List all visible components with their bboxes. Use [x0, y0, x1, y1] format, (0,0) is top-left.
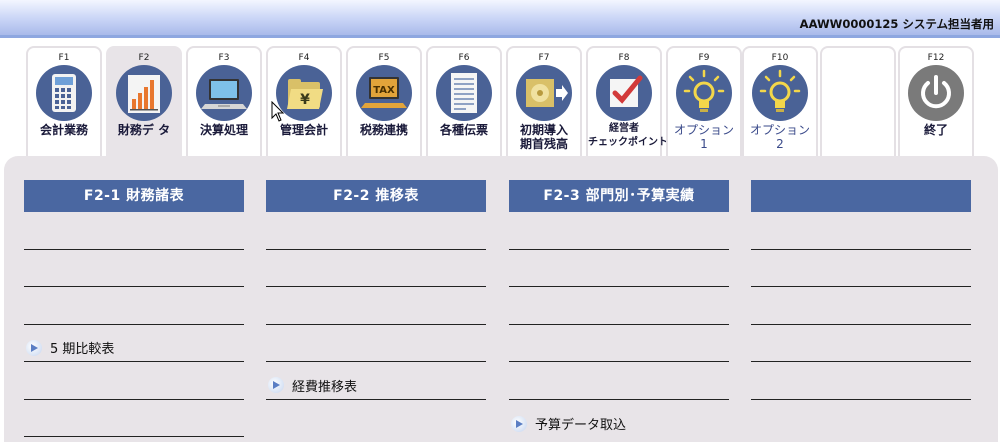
column-header: [751, 180, 971, 212]
fkey-f11-empty: [820, 46, 896, 158]
fkey-code: F4: [298, 53, 310, 63]
svg-text:TAX: TAX: [373, 85, 395, 96]
menu-item-expense-trend[interactable]: 経費推移表: [268, 376, 357, 395]
menu-row: [751, 212, 971, 250]
menu-row: [266, 212, 486, 250]
menu-item-label: 予算データ取込: [535, 418, 627, 433]
system-user-label: AAWW0000125 システム担当者用: [799, 17, 994, 31]
fkey-label-line2: 期首残高: [519, 137, 568, 151]
checkbox-icon: [596, 65, 652, 121]
fkey-sublabel: 2: [776, 137, 784, 151]
menu-row: [751, 250, 971, 287]
arrow-right-icon: [26, 339, 42, 356]
arrow-right-icon: [511, 415, 527, 432]
fkey-code: F3: [218, 53, 230, 63]
svg-text:¥: ¥: [300, 92, 310, 108]
fkey-label: 決算処理: [199, 123, 248, 137]
fkey-f10[interactable]: F10 オプション 2: [742, 46, 818, 158]
menu-item-budget-import[interactable]: 予算データ取込: [511, 414, 626, 433]
column-header: F2-3 部門別･予算実績: [509, 180, 729, 212]
fkey-code: F9: [698, 53, 710, 63]
arrow-right-icon: [268, 377, 284, 393]
fkey-sublabel: 1: [700, 137, 708, 151]
fkey-code: F12: [927, 53, 945, 63]
fkey-f7[interactable]: F7 初期導入 期首残高: [506, 46, 582, 158]
fkey-f3[interactable]: F3 決算処理: [186, 46, 262, 158]
fkey-code: F8: [618, 53, 630, 63]
lightbulb-icon: [676, 65, 732, 121]
menu-row: [751, 325, 971, 362]
fkey-f2[interactable]: F2 財務デ タ: [106, 46, 182, 158]
fkey-f5[interactable]: F5 TAX 税務連携: [346, 46, 422, 158]
bar-chart-icon: [116, 65, 172, 121]
menu-row: [509, 362, 729, 400]
fkey-label: 税務連携: [359, 123, 408, 137]
fkey-label: 財務デ タ: [117, 123, 171, 137]
menu-row: [266, 250, 486, 287]
fkey-f8[interactable]: F8 経営者 チェックポイント: [586, 46, 668, 158]
menu-row: [509, 212, 729, 250]
menu-item-label: 5 期比較表: [50, 342, 115, 357]
menu-row: [266, 325, 486, 362]
function-key-bar: F1 会計業務 F2 財務デ タ F3 決算処理 F4 ¥ 管理会計 F5 TA…: [0, 44, 1000, 160]
fkey-label: 経営者: [609, 123, 639, 134]
menu-row: [24, 287, 244, 325]
menu-row[interactable]: 予算データ取込: [509, 400, 729, 438]
menu-item-5-period-comparison[interactable]: 5 期比較表: [26, 338, 114, 357]
fkey-code: F1: [58, 53, 70, 63]
menu-column-1: F2-1 財務諸表 5 期比較表: [24, 180, 244, 437]
menu-row: [24, 362, 244, 400]
menu-row: [266, 287, 486, 325]
mouse-cursor-icon: [271, 101, 285, 122]
menu-row: [751, 287, 971, 325]
fkey-label: オプション: [673, 123, 734, 137]
fkey-f12[interactable]: F12 終了: [898, 46, 974, 158]
menu-row: [509, 250, 729, 287]
fkey-f9[interactable]: F9 オプション 1: [666, 46, 742, 158]
menu-row[interactable]: 5 期比較表: [24, 325, 244, 362]
column-header: F2-1 財務諸表: [24, 180, 244, 212]
laptop-icon: [196, 65, 252, 121]
column-header: F2-2 推移表: [266, 180, 486, 212]
menu-row: [509, 287, 729, 325]
document-icon: [436, 65, 492, 121]
fkey-code: F6: [458, 53, 470, 63]
fkey-label: 会計業務: [39, 123, 88, 137]
fkey-code: F10: [771, 53, 789, 63]
menu-item-label: 経費推移表: [292, 379, 358, 395]
fkey-f6[interactable]: F6 各種伝票: [426, 46, 502, 158]
fkey-code: F2: [138, 53, 150, 63]
disk-import-icon: [516, 65, 572, 121]
menu-row: [24, 250, 244, 287]
menu-column-3: F2-3 部門別･予算実績 予算データ取込: [509, 180, 729, 437]
menu-row: [509, 325, 729, 362]
fkey-label: 終了: [923, 123, 948, 137]
app-window: AAWW0000125 システム担当者用 F1 会計業務 F2 財務デ タ F3…: [0, 0, 1000, 442]
fkey-code: F5: [378, 53, 390, 63]
menu-row: [751, 362, 971, 400]
fkey-label: 初期導入: [519, 123, 568, 137]
calculator-icon: [36, 65, 92, 121]
tax-laptop-icon: TAX: [356, 65, 412, 121]
power-icon: [908, 65, 964, 121]
menu-column-2: F2-2 推移表 経費推移表: [266, 180, 486, 400]
menu-row: [24, 212, 244, 250]
lightbulb-icon: [752, 65, 808, 121]
menu-panel: F2-1 財務諸表 5 期比較表 F2-2 推移表 経費推移表 F2-3 部門別…: [4, 156, 998, 442]
fkey-label: 各種伝票: [439, 123, 488, 137]
menu-row[interactable]: 経費推移表: [266, 362, 486, 400]
fkey-label-line2: チェックポイント: [588, 137, 668, 148]
menu-row: [24, 400, 244, 437]
top-banner: AAWW0000125 システム担当者用: [0, 0, 1000, 38]
fkey-label: オプション: [749, 123, 810, 137]
fkey-label: 管理会計: [279, 123, 328, 137]
menu-column-4: [751, 180, 971, 400]
fkey-code: F7: [538, 53, 550, 63]
fkey-f1[interactable]: F1 会計業務: [26, 46, 102, 158]
